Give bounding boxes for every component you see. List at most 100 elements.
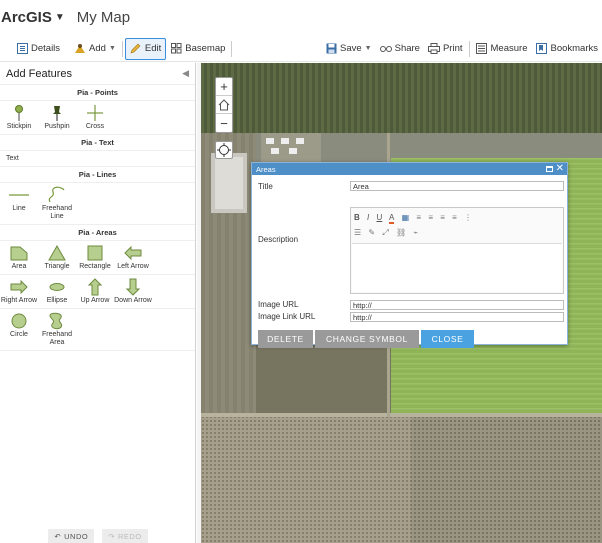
group-areas: Pia - Areas Area Triangle Rectangle Left… bbox=[0, 225, 195, 351]
left-arrow-icon bbox=[121, 243, 145, 263]
template-area[interactable]: Area bbox=[0, 243, 38, 271]
stickpin-icon bbox=[7, 103, 31, 123]
justify-icon[interactable]: ≡ bbox=[452, 213, 457, 222]
basemap-button[interactable]: Basemap bbox=[166, 38, 229, 60]
template-right-arrow[interactable]: Right Arrow bbox=[0, 277, 38, 305]
ordered-list-icon[interactable]: ⋮ bbox=[464, 213, 472, 222]
chevron-down-icon: ▼ bbox=[54, 11, 65, 23]
ellipse-icon bbox=[45, 277, 69, 297]
home-icon bbox=[218, 98, 230, 110]
bold-icon[interactable]: B bbox=[354, 213, 360, 222]
underline-icon[interactable]: U bbox=[376, 213, 382, 222]
collapse-panel-icon[interactable]: ◀ bbox=[182, 68, 189, 79]
print-icon bbox=[427, 43, 440, 55]
zoom-out-button[interactable]: − bbox=[216, 114, 232, 132]
maximize-icon[interactable] bbox=[545, 166, 553, 172]
redo-button[interactable]: ↷ REDO bbox=[102, 529, 148, 543]
measure-button[interactable]: Measure bbox=[472, 38, 532, 60]
app-menu[interactable]: ArcGIS ▼ bbox=[1, 9, 65, 26]
triangle-icon bbox=[45, 243, 69, 263]
align-left-icon[interactable]: ≡ bbox=[416, 213, 421, 222]
delete-button[interactable]: DELETE bbox=[258, 330, 313, 348]
template-circle[interactable]: Circle bbox=[0, 311, 38, 347]
template-label: Rectangle bbox=[79, 263, 111, 270]
panel-title: Add Features bbox=[6, 67, 73, 80]
pushpin-icon bbox=[45, 103, 69, 123]
app-header: ArcGIS ▼ My Map bbox=[0, 0, 602, 34]
template-freehand-line[interactable]: Freehand Line bbox=[38, 185, 76, 221]
measure-label: Measure bbox=[490, 43, 528, 54]
template-label: Line bbox=[12, 205, 26, 212]
template-stickpin[interactable]: Stickpin bbox=[0, 103, 38, 131]
template-ellipse[interactable]: Ellipse bbox=[38, 277, 76, 305]
close-icon[interactable]: ✕ bbox=[556, 164, 564, 174]
template-text[interactable]: Text bbox=[0, 151, 195, 166]
template-cross[interactable]: Cross bbox=[76, 103, 114, 131]
template-down-arrow[interactable]: Down Arrow bbox=[114, 277, 152, 305]
redo-label: REDO bbox=[118, 531, 142, 541]
share-label: Share bbox=[394, 43, 420, 54]
link-icon[interactable]: ⛓ bbox=[396, 228, 406, 237]
locate-button[interactable] bbox=[215, 141, 233, 159]
edit-button[interactable]: Edit bbox=[124, 37, 167, 60]
font-color-icon[interactable]: A bbox=[389, 213, 395, 224]
template-label: Cross bbox=[85, 123, 105, 130]
app-brand-label: ArcGIS bbox=[1, 8, 52, 26]
group-title: Pia - Points bbox=[0, 85, 195, 101]
align-center-icon[interactable]: ≡ bbox=[428, 213, 433, 222]
bookmarks-button[interactable]: Bookmarks bbox=[531, 38, 602, 60]
template-label: Stickpin bbox=[6, 123, 32, 130]
pencil-icon bbox=[130, 43, 142, 55]
save-button[interactable]: Save ▼ bbox=[321, 38, 376, 60]
italic-icon[interactable]: I bbox=[367, 213, 369, 222]
bullet-list-icon[interactable]: ☰ bbox=[354, 228, 361, 237]
unlink-icon[interactable]: ⌁ bbox=[413, 228, 418, 237]
template-rectangle[interactable]: Rectangle bbox=[76, 243, 114, 271]
line-icon bbox=[7, 185, 31, 205]
print-button[interactable]: Print bbox=[424, 38, 467, 60]
template-label: Triangle bbox=[44, 263, 70, 270]
resize-icon[interactable]: ⤢ bbox=[382, 228, 388, 237]
image-link-url-label: Image Link URL bbox=[258, 312, 316, 321]
template-triangle[interactable]: Triangle bbox=[38, 243, 76, 271]
template-pushpin[interactable]: Pushpin bbox=[38, 103, 76, 131]
template-label: Freehand Area bbox=[42, 331, 72, 346]
description-label: Description bbox=[258, 235, 299, 244]
add-button[interactable]: Add ▼ bbox=[70, 38, 120, 60]
template-line[interactable]: Line bbox=[0, 185, 38, 221]
title-input[interactable]: Area bbox=[350, 181, 564, 191]
group-title: Pia - Lines bbox=[0, 167, 195, 183]
group-title: Pia - Text bbox=[0, 135, 195, 151]
image-url-input[interactable]: http:// bbox=[350, 300, 564, 310]
map-title: My Map bbox=[76, 8, 131, 26]
circle-icon bbox=[7, 311, 31, 331]
pen-icon[interactable]: ✎ bbox=[368, 228, 375, 237]
template-left-arrow[interactable]: Left Arrow bbox=[114, 243, 152, 271]
chevron-down-icon: ▼ bbox=[108, 45, 116, 52]
undo-icon: ↶ bbox=[54, 531, 62, 541]
toolbar-divider bbox=[231, 40, 233, 57]
zoom-in-button[interactable]: + bbox=[216, 78, 232, 96]
share-button[interactable]: Share bbox=[376, 38, 424, 60]
description-textarea[interactable] bbox=[352, 243, 562, 292]
details-button[interactable]: Details bbox=[12, 38, 64, 60]
align-right-icon[interactable]: ≡ bbox=[440, 213, 445, 222]
template-label: Right Arrow bbox=[0, 297, 38, 304]
image-link-url-input[interactable]: http:// bbox=[350, 312, 564, 322]
print-label: Print bbox=[442, 43, 463, 54]
rectangle-icon bbox=[83, 243, 107, 263]
home-button[interactable] bbox=[216, 96, 232, 114]
popup-title-bar: Areas ✕ bbox=[252, 163, 567, 175]
save-icon bbox=[325, 43, 337, 55]
chevron-down-icon: ▼ bbox=[364, 45, 372, 52]
image-url-label: Image URL bbox=[258, 300, 299, 309]
undo-button[interactable]: ↶ UNDO bbox=[48, 529, 95, 543]
toolbar-divider bbox=[121, 40, 123, 57]
template-freehand-area[interactable]: Freehand Area bbox=[38, 311, 76, 347]
close-button[interactable]: CLOSE bbox=[421, 330, 474, 348]
template-up-arrow[interactable]: Up Arrow bbox=[76, 277, 114, 305]
highlight-color-icon[interactable]: ▦ bbox=[402, 213, 410, 222]
up-arrow-icon bbox=[83, 277, 107, 297]
template-label: Left Arrow bbox=[117, 263, 149, 270]
change-symbol-button[interactable]: CHANGE SYMBOL bbox=[315, 330, 419, 348]
